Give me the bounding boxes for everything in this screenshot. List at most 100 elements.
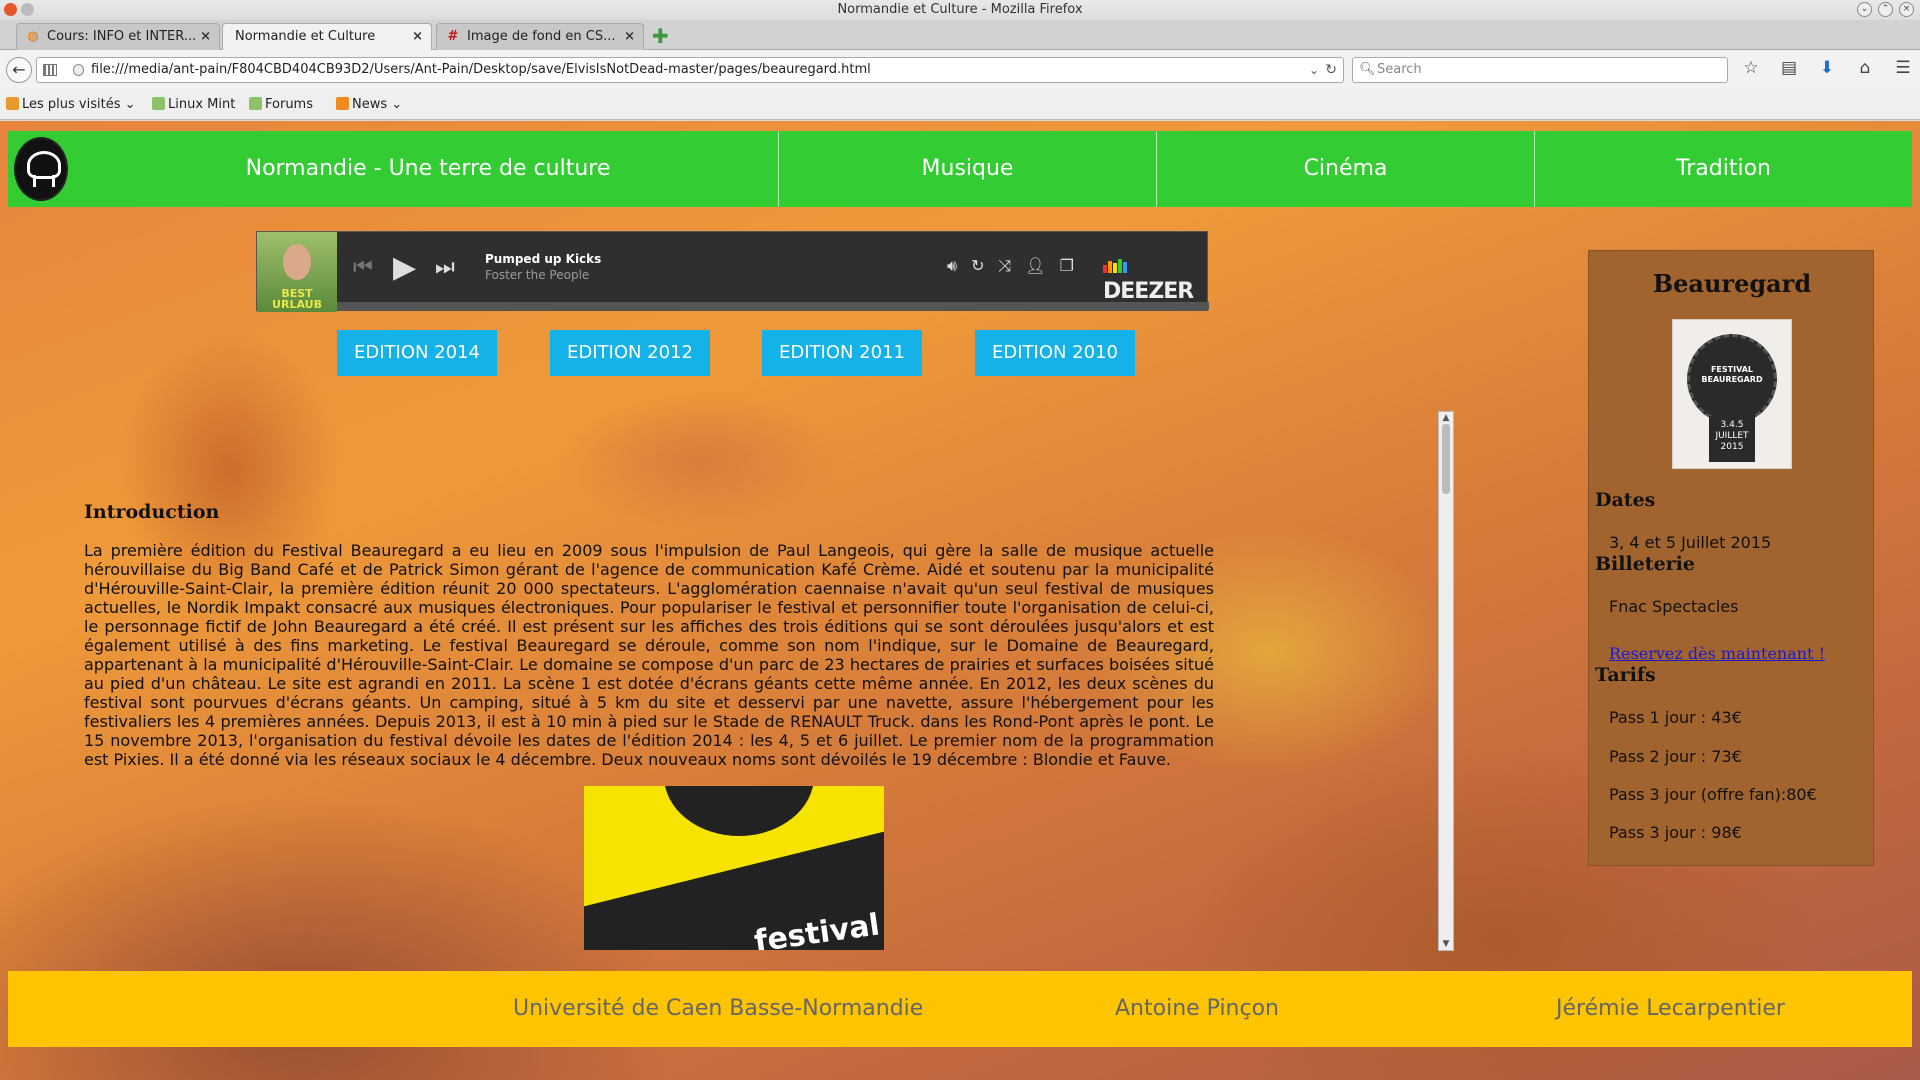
- content-scrollbar[interactable]: ▲ ▼: [1438, 411, 1454, 951]
- scroll-down-icon[interactable]: ▼: [1439, 938, 1453, 950]
- tab-label: Normandie et Culture: [235, 29, 376, 44]
- site-logo[interactable]: [14, 137, 68, 201]
- close-window-icon[interactable]: ×: [1899, 2, 1914, 17]
- next-icon[interactable]: ⏭: [435, 232, 455, 304]
- previous-icon[interactable]: ⏮: [353, 232, 373, 304]
- download-icon[interactable]: ⬇: [1816, 58, 1838, 78]
- site-footer: Université de Caen Basse-Normandie Antoi…: [8, 971, 1912, 1047]
- nav-musique[interactable]: Musique: [778, 131, 1156, 207]
- track-artist: Foster the People: [485, 268, 590, 282]
- billetterie-text: Fnac Spectacles: [1609, 597, 1739, 616]
- moodle-favicon-icon: ◍: [27, 29, 39, 44]
- folder-icon: [6, 97, 19, 110]
- deezer-player: BEST URLAUB ⏮ ▶ ⏭ Pumped up Kicks Foster…: [256, 231, 1209, 312]
- search-placeholder: Search: [1377, 62, 1422, 77]
- tarif-item: Pass 3 jour (offre fan):80€: [1609, 785, 1817, 804]
- edition-2014-button[interactable]: EDITION 2014: [337, 330, 497, 376]
- repeat-icon[interactable]: ↻: [971, 256, 984, 276]
- minimize-icon[interactable]: ⌄: [1857, 2, 1872, 17]
- window-minimize-left-icon[interactable]: [21, 3, 34, 16]
- edition-2011-button[interactable]: EDITION 2011: [762, 330, 922, 376]
- badge-dates: 3.4.5 JUILLET 2015: [1709, 416, 1755, 462]
- info-sidebar: Beauregard FESTIVAL BEAUREGARD 3.4.5 JUI…: [1588, 250, 1874, 866]
- footer-author-1: Antoine Pinçon: [1115, 996, 1280, 1021]
- tab-cours[interactable]: ◍ Cours: INFO et INTER... ×: [16, 23, 220, 50]
- scrollbar-thumb[interactable]: [1442, 424, 1450, 494]
- close-tab-icon[interactable]: ×: [624, 24, 635, 49]
- deezer-logo[interactable]: DEEZER: [1103, 252, 1207, 304]
- tarif-item: Pass 2 jour : 73€: [1609, 747, 1742, 766]
- tab-image-fond[interactable]: # Image de fond en CS... ×: [436, 23, 644, 50]
- tarif-item: Pass 1 jour : 43€: [1609, 708, 1742, 727]
- reload-icon[interactable]: ↻: [1325, 58, 1337, 82]
- url-bar[interactable]: file:///media/ant-pain/F804CBD404CB93D2/…: [36, 57, 1344, 83]
- nav-cinema[interactable]: Cinéma: [1156, 131, 1534, 207]
- url-dropdown-icon[interactable]: ⌄: [1309, 58, 1319, 82]
- close-tab-icon[interactable]: ×: [412, 24, 423, 49]
- equalizer-icon: [1103, 254, 1128, 279]
- window-controls: ⌄ ⌃ ×: [1857, 2, 1914, 17]
- window-titlebar: Normandie et Culture - Mozilla Firefox ⌄…: [0, 0, 1920, 20]
- sidebar-title: Beauregard: [1652, 269, 1812, 298]
- window-title: Normandie et Culture - Mozilla Firefox: [837, 2, 1083, 17]
- reading-list-icon[interactable]: ▤: [1778, 58, 1800, 78]
- page-info-icon[interactable]: [73, 64, 84, 76]
- tab-label: Cours: INFO et INTER...: [47, 29, 197, 44]
- back-button[interactable]: ←: [6, 57, 32, 83]
- tarifs-heading: Tarifs: [1595, 664, 1656, 686]
- footer-university: Université de Caen Basse-Normandie: [513, 996, 924, 1021]
- volume-icon[interactable]: 🔊︎: [947, 256, 957, 276]
- tab-label: Image de fond en CS...: [467, 29, 616, 44]
- edition-2012-button[interactable]: EDITION 2012: [550, 330, 710, 376]
- search-icon: 🔍︎: [1359, 62, 1376, 77]
- badge-text: FESTIVAL BEAUREGARD: [1687, 334, 1777, 424]
- scroll-up-icon[interactable]: ▲: [1439, 412, 1453, 424]
- mint-icon: [152, 97, 165, 110]
- nav-tradition[interactable]: Tradition: [1534, 131, 1912, 207]
- grid-icon[interactable]: [43, 64, 57, 76]
- user-icon[interactable]: 👤︎: [1025, 256, 1045, 276]
- nav-home[interactable]: Normandie - Une terre de culture: [78, 131, 778, 207]
- billetterie-heading: Billeterie: [1595, 553, 1695, 575]
- festival-poster-image: festival: [584, 786, 884, 950]
- bookmarks-toolbar: Les plus visités ⌄ Linux Mint Forums New…: [0, 90, 1920, 120]
- article-heading: Introduction: [84, 501, 220, 523]
- url-text[interactable]: file:///media/ant-pain/F804CBD404CB93D2/…: [91, 62, 871, 77]
- bookmark-linux-mint[interactable]: Linux Mint: [152, 90, 235, 120]
- tab-normandie[interactable]: Normandie et Culture ×: [222, 23, 432, 51]
- close-tab-icon[interactable]: ×: [200, 24, 211, 49]
- web-page: Normandie - Une terre de culture Musique…: [0, 121, 1920, 1080]
- player-controls: 🔊︎ ↻ ⤨ 👤︎ ❐: [947, 256, 1074, 276]
- maximize-icon[interactable]: ⌃: [1878, 2, 1893, 17]
- album-cover: BEST URLAUB: [257, 232, 337, 312]
- footer-author-2: Jérémie Lecarpentier: [1556, 996, 1785, 1021]
- tarif-item: Pass 3 jour : 98€: [1609, 823, 1742, 842]
- tab-strip: ◍ Cours: INFO et INTER... × Normandie et…: [0, 20, 1920, 51]
- site-navbar: Normandie - Une terre de culture Musique…: [8, 131, 1912, 207]
- mint-icon: [249, 97, 262, 110]
- edition-2010-button[interactable]: EDITION 2010: [975, 330, 1135, 376]
- dates-text: 3, 4 et 5 Juillet 2015: [1609, 533, 1772, 552]
- shuffle-icon[interactable]: ⤨: [999, 256, 1012, 276]
- home-icon[interactable]: ⌂: [1854, 58, 1876, 78]
- festival-badge-image: FESTIVAL BEAUREGARD 3.4.5 JUILLET 2015: [1672, 319, 1792, 469]
- cover-text: BEST URLAUB: [272, 287, 322, 311]
- bookmark-star-icon[interactable]: ☆: [1740, 58, 1762, 78]
- firefox-app-icon[interactable]: [4, 3, 17, 16]
- bookmark-most-visited[interactable]: Les plus visités ⌄: [6, 90, 136, 120]
- article-body: La première édition du Festival Beaurega…: [84, 541, 1214, 769]
- new-tab-icon[interactable]: ✚: [652, 26, 672, 46]
- search-input[interactable]: 🔍︎ Search: [1352, 57, 1728, 83]
- window-menu-buttons: [4, 3, 34, 16]
- bookmark-forums[interactable]: Forums: [249, 90, 313, 120]
- popout-icon[interactable]: ❐: [1060, 256, 1074, 276]
- navigation-toolbar: ← file:///media/ant-pain/F804CBD404CB93D…: [0, 50, 1920, 90]
- bookmark-news[interactable]: News ⌄: [336, 90, 402, 120]
- play-icon[interactable]: ▶: [393, 232, 416, 304]
- dates-heading: Dates: [1595, 489, 1656, 511]
- reserve-link[interactable]: Reservez dès maintenant !: [1609, 644, 1825, 663]
- player-progress-bar[interactable]: [337, 302, 1209, 310]
- toolbar-icons: ☆ ▤ ⬇ ⌂ ☰: [1740, 58, 1914, 78]
- menu-icon[interactable]: ☰: [1892, 58, 1914, 78]
- rss-icon: [336, 97, 349, 110]
